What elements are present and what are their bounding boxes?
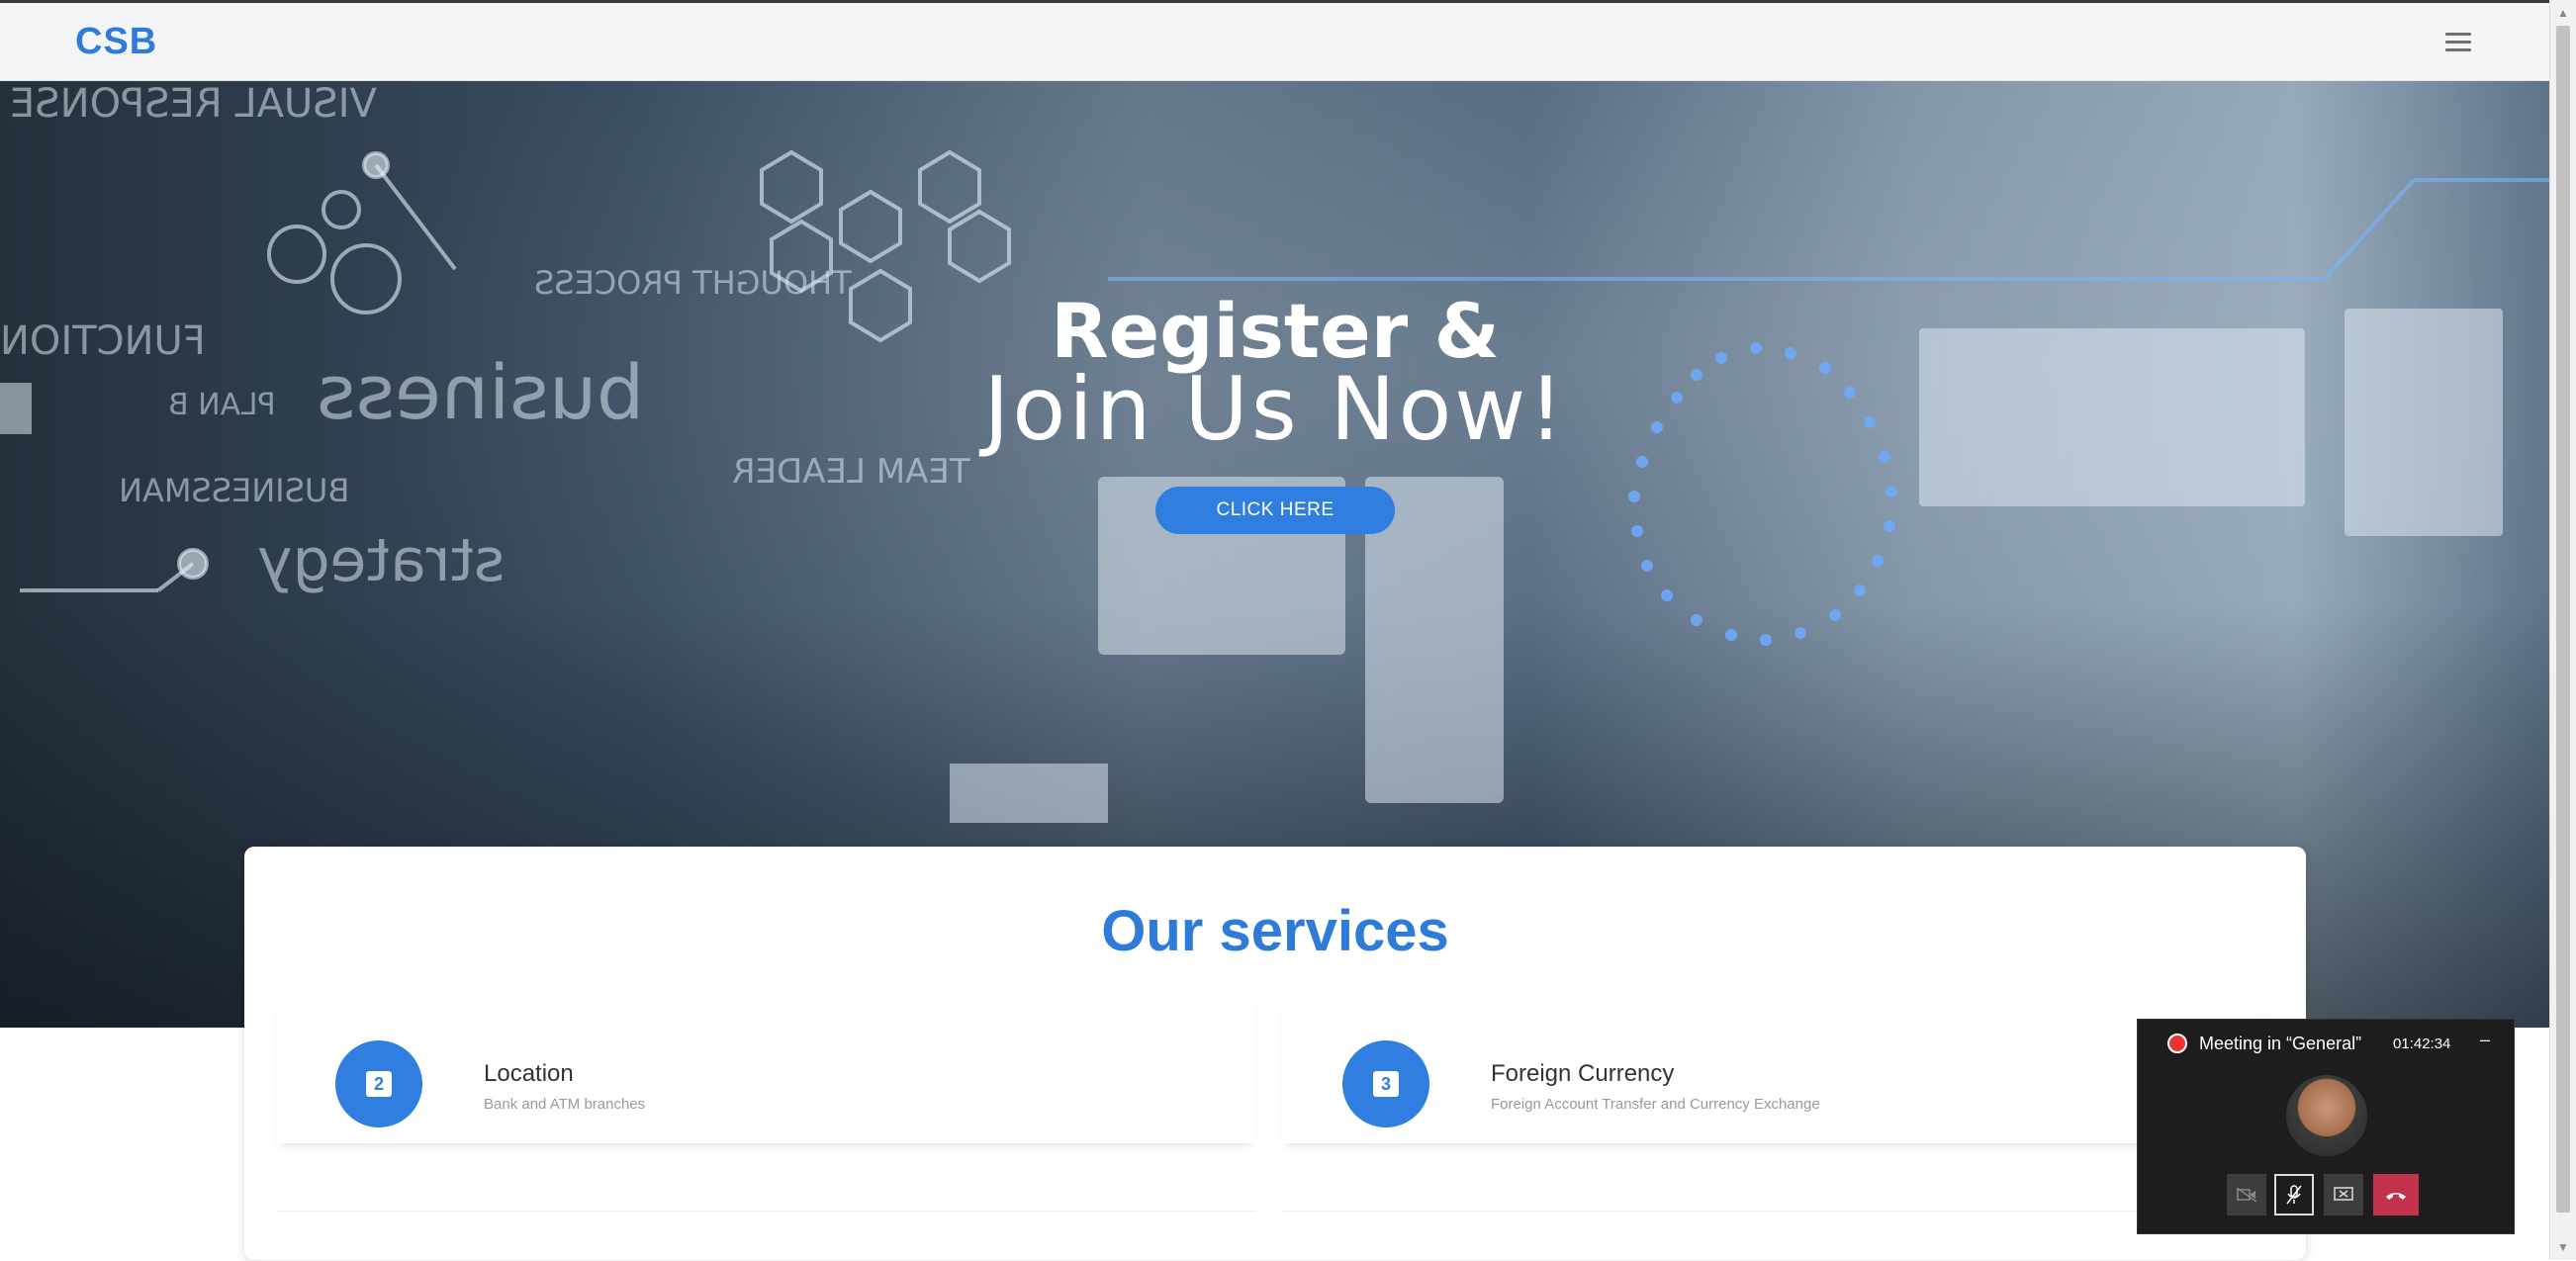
meeting-mini-window[interactable]: Meeting in “General” 01:42:34 – bbox=[2137, 1019, 2515, 1234]
participant-avatar bbox=[2286, 1075, 2367, 1156]
scroll-thumb[interactable] bbox=[2556, 26, 2570, 1213]
recording-indicator-icon bbox=[2167, 1034, 2187, 1053]
camera-off-icon[interactable] bbox=[2227, 1174, 2266, 1216]
numbered-badge-icon: 3 bbox=[1342, 1040, 1429, 1127]
click-here-button[interactable]: CLICK HERE bbox=[1155, 487, 1395, 534]
service-card-location[interactable]: 2 Location Bank and ATM branches bbox=[276, 995, 1255, 1143]
hero-word-strategy: strategy bbox=[257, 526, 506, 595]
services-panel: Our services 2 Location Bank and ATM bra… bbox=[244, 847, 2306, 1260]
mic-muted-icon[interactable] bbox=[2274, 1174, 2314, 1216]
page-scrollbar[interactable]: ▲ ▼ bbox=[2549, 0, 2576, 1260]
numbered-badge-icon: 2 bbox=[335, 1040, 422, 1127]
service-card-foreign-currency[interactable]: 3 Foreign Currency Foreign Account Trans… bbox=[1283, 995, 2262, 1143]
service-description: Foreign Account Transfer and Currency Ex… bbox=[1491, 1096, 1820, 1113]
service-title: Foreign Currency bbox=[1491, 1060, 1675, 1087]
hang-up-icon[interactable] bbox=[2373, 1174, 2419, 1216]
meeting-timer: 01:42:34 bbox=[2393, 1036, 2451, 1052]
minimize-button[interactable]: – bbox=[2480, 1030, 2490, 1050]
hero-subtitle: Join Us Now! bbox=[983, 358, 1567, 460]
services-title: Our services bbox=[1101, 899, 1449, 963]
share-screen-icon[interactable] bbox=[2324, 1174, 2363, 1216]
hamburger-menu-icon[interactable] bbox=[2445, 33, 2471, 52]
brand-logo[interactable]: CSB bbox=[75, 21, 157, 63]
hero-word-visual-response: VISUAL RESPONSE bbox=[10, 81, 377, 127]
scroll-up-arrow-icon[interactable]: ▲ bbox=[2550, 2, 2576, 24]
meeting-title: Meeting in “General” bbox=[2199, 1034, 2362, 1053]
top-navbar: CSB bbox=[0, 0, 2550, 81]
service-card-next-right bbox=[1283, 1211, 2262, 1261]
hero-word-businessman: BUSINESSMAN bbox=[119, 472, 350, 509]
service-description: Bank and ATM branches bbox=[484, 1096, 646, 1113]
service-title: Location bbox=[484, 1060, 574, 1087]
scroll-down-arrow-icon[interactable]: ▼ bbox=[2550, 1236, 2576, 1258]
service-card-next-left bbox=[276, 1211, 1255, 1261]
